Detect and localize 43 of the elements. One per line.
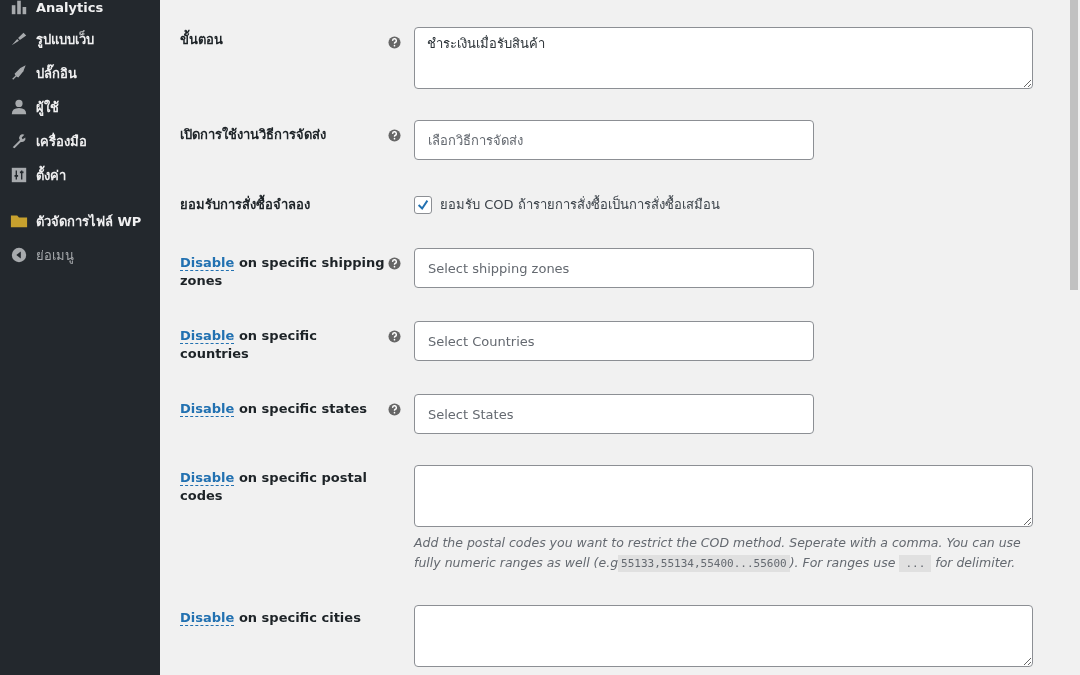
checkmark-icon xyxy=(416,197,430,212)
checkbox[interactable] xyxy=(414,195,432,214)
collapse-icon xyxy=(10,246,28,264)
sidebar-item[interactable]: ผู้ใช้ xyxy=(0,90,160,124)
help-icon[interactable] xyxy=(388,129,401,142)
user-icon xyxy=(10,98,28,116)
checkbox-label[interactable]: ยอมรับ COD ถ้ารายการสั่งซื้อเป็นการสั่งซื้อเสมือน xyxy=(440,194,720,215)
sidebar-item[interactable]: ตั้งค่า xyxy=(0,158,160,192)
select-field[interactable]: Select shipping zones xyxy=(414,248,814,288)
disable-link[interactable]: Disable xyxy=(180,255,235,271)
select-field[interactable]: Select Countries xyxy=(414,321,814,361)
sidebar-item[interactable]: ปลั๊กอิน xyxy=(0,56,160,90)
select-field[interactable]: Select States xyxy=(414,394,814,434)
wrench-icon xyxy=(10,132,28,150)
sidebar-item[interactable]: ตัวจัดการไฟล์ WP xyxy=(0,204,160,238)
setting-label: Disable on specific postal codes xyxy=(180,469,368,505)
text-area[interactable] xyxy=(414,605,1033,667)
disable-link[interactable]: Disable xyxy=(180,610,235,626)
sidebar-item[interactable]: Analytics xyxy=(0,0,160,24)
setting-label: Disable on specific countries xyxy=(180,327,318,363)
sidebar-item[interactable]: ย่อเมนู xyxy=(0,238,160,272)
setting-label: ขั้นตอน xyxy=(180,27,388,49)
bar-chart-icon xyxy=(10,0,28,16)
sidebar-item[interactable]: รูปแบบเว็บ xyxy=(0,22,160,56)
paintbrush-icon xyxy=(10,30,28,48)
disable-link[interactable]: Disable xyxy=(180,470,235,486)
disable-link[interactable]: Disable xyxy=(180,401,235,417)
setting-label: Disable on specific cities xyxy=(180,609,362,627)
help-icon[interactable] xyxy=(388,257,401,270)
sliders-icon xyxy=(10,166,28,184)
text-area[interactable]: ชำระเงินเมื่อรับสินค้า xyxy=(414,27,1033,89)
setting-label: Disable on specific states xyxy=(180,400,368,418)
setting-label: Disable on specific shipping zones xyxy=(180,254,386,290)
help-icon[interactable] xyxy=(388,330,401,343)
sidebar-item[interactable]: เครื่องมือ xyxy=(0,124,160,158)
setting-label: เปิดการใช้งานวิธีการจัดส่ง xyxy=(180,125,327,144)
setting-label: ยอมรับการสั่งซื้อจำลอง xyxy=(180,190,388,214)
disable-link[interactable]: Disable xyxy=(180,328,235,344)
select-field[interactable]: เลือกวิธีการจัดส่ง xyxy=(414,120,814,160)
text-area[interactable] xyxy=(414,465,1033,527)
field-description: Add the postal codes you want to restrict the COD method. Seperate with a comma. You can use fully numeric ranges as well (e.g 55133,55134,55400...55600 ). For ranges use ... for delimiter. xyxy=(414,534,1022,574)
help-icon[interactable] xyxy=(388,36,401,49)
help-icon[interactable] xyxy=(388,403,401,416)
